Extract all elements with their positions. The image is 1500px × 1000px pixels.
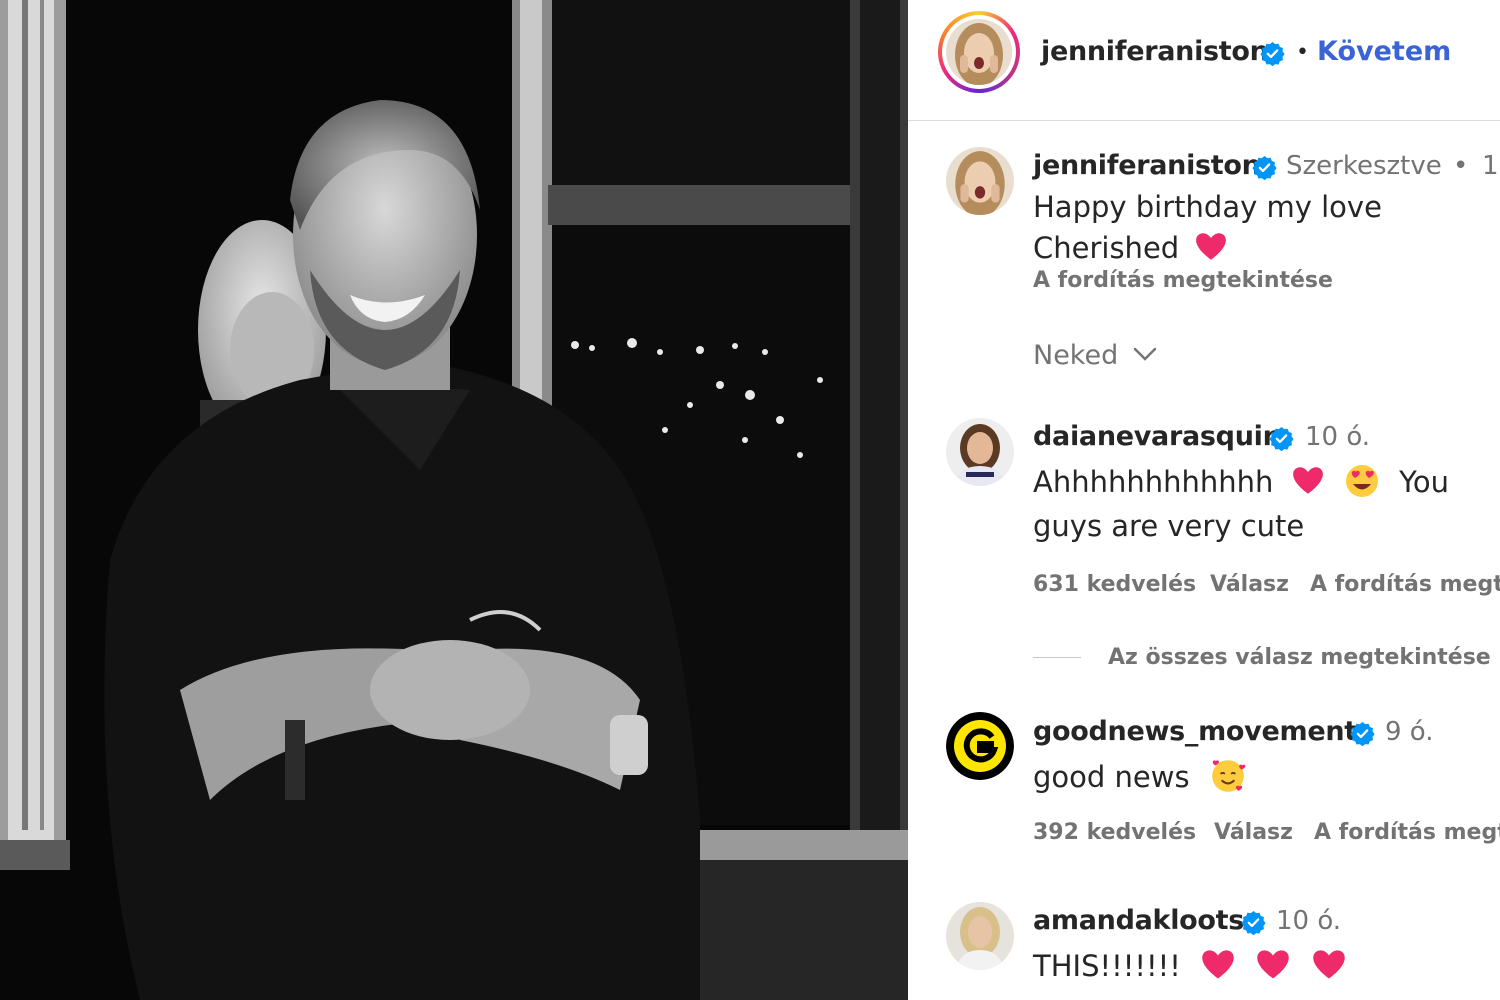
avatar[interactable]: [946, 19, 1012, 85]
verified-badge-icon: [1269, 427, 1294, 451]
comment-time[interactable]: 10 ó.: [1305, 422, 1370, 452]
post-image: [0, 0, 908, 1000]
separator-dot: •: [1296, 40, 1309, 65]
translate-link[interactable]: A fordítás megte: [1314, 820, 1500, 845]
verified-badge-icon: [1260, 42, 1285, 66]
caption-translate-link[interactable]: A fordítás megtekintése: [1033, 268, 1333, 293]
comment-avatar[interactable]: [946, 712, 1014, 780]
follow-button[interactable]: Követem: [1317, 36, 1451, 67]
comment-text: Ahhhhhhhhhhhh: [1033, 465, 1274, 499]
view-replies-button[interactable]: Az összes válasz megtekintése (1): [1108, 645, 1500, 670]
reply-button[interactable]: Válasz: [1214, 820, 1293, 845]
comment-text: THIS!!!!!!!: [1033, 949, 1181, 983]
red-heart-icon: [1292, 467, 1323, 494]
like-count[interactable]: 631 kedvelés: [1033, 572, 1196, 597]
post-photo[interactable]: [0, 0, 908, 1000]
comment-line-1: Ahhhhhhhhhhhh You: [1033, 462, 1449, 502]
verified-badge-icon: [1252, 156, 1277, 180]
caption-line-2: Cherished: [1033, 228, 1228, 268]
post-header: jenniferaniston • Követem: [908, 0, 1500, 121]
caption-time[interactable]: 1: [1482, 151, 1499, 181]
like-count[interactable]: 392 kedvelés: [1033, 820, 1196, 845]
comment-avatar[interactable]: [946, 902, 1014, 970]
red-heart-icon: [1202, 950, 1234, 979]
comment-text-tail: You: [1399, 465, 1450, 499]
sort-label: Neked: [1033, 340, 1119, 371]
chevron-down-icon: [1133, 347, 1157, 361]
replies-divider: [1033, 657, 1081, 658]
comment-username[interactable]: daianevarasquin: [1033, 421, 1282, 452]
comment-line-1: good news: [1033, 757, 1247, 797]
verified-badge-icon: [1350, 722, 1375, 746]
translate-link[interactable]: A fordítás megte: [1310, 572, 1500, 597]
comment-text: good news: [1033, 760, 1190, 794]
story-ring[interactable]: [938, 11, 1020, 93]
comment-line-1: THIS!!!!!!!: [1033, 946, 1347, 986]
comment-time[interactable]: 10 ó.: [1276, 906, 1341, 936]
comment-avatar[interactable]: [946, 418, 1014, 486]
verified-badge-icon: [1241, 911, 1266, 935]
red-heart-icon: [1196, 233, 1227, 260]
heart-eyes-emoji-icon: [1345, 465, 1378, 497]
caption-line-1: Happy birthday my love: [1033, 190, 1382, 224]
red-heart-icon: [1312, 950, 1345, 979]
reply-button[interactable]: Válasz: [1210, 572, 1289, 597]
comment-line-2: guys are very cute: [1033, 509, 1305, 543]
edited-label: Szerkesztve: [1286, 151, 1442, 181]
caption-username[interactable]: jenniferaniston: [1033, 150, 1261, 181]
comment-username[interactable]: goodnews_movement: [1033, 716, 1357, 747]
comments-panel: jenniferaniston • Követem jenniferanisto…: [908, 0, 1500, 1000]
caption-line-2-text: Cherished: [1033, 231, 1180, 265]
red-heart-icon: [1257, 950, 1290, 979]
caption-avatar[interactable]: [946, 147, 1014, 215]
sort-dropdown[interactable]: Neked: [1033, 340, 1159, 371]
separator-dot: •: [1453, 151, 1469, 181]
author-username[interactable]: jenniferaniston: [1041, 36, 1269, 67]
comment-time[interactable]: 9 ó.: [1385, 717, 1434, 747]
comment-username[interactable]: amandakloots: [1033, 905, 1244, 936]
smiling-face-with-hearts-icon: [1211, 760, 1246, 792]
